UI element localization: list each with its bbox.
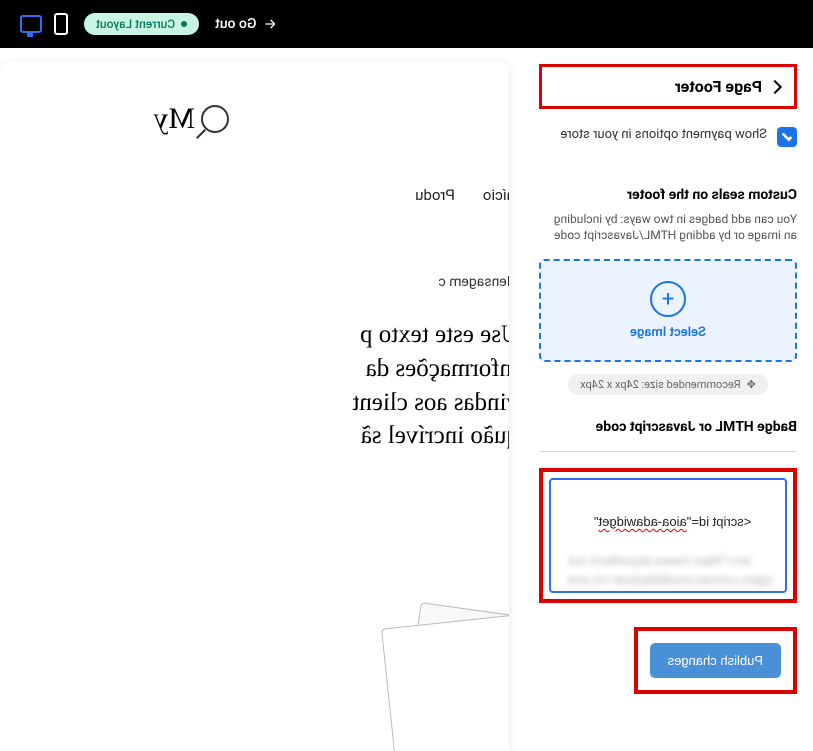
recommended-size-badge: ✥ Recommended size: 24px x 24px <box>568 374 768 395</box>
badge-code-title: Badge HTML or Javascript code <box>539 419 797 435</box>
store-title: My <box>153 102 195 136</box>
desktop-preview-icon[interactable] <box>20 15 42 33</box>
go-out-button[interactable]: Go out <box>215 16 278 32</box>
divider <box>539 451 797 452</box>
publish-button[interactable]: Publish changes <box>650 643 781 678</box>
chevron-left-icon <box>768 79 782 93</box>
message-label: Mensagem c <box>30 274 509 290</box>
plus-icon: + <box>650 281 686 317</box>
move-icon: ✥ <box>747 378 756 391</box>
select-image-label: Select Image <box>630 325 706 340</box>
arrow-left-icon <box>262 16 278 32</box>
select-image-button[interactable]: + Select Image <box>539 259 797 362</box>
hero-text: Use este texto p informações da vindas a… <box>30 318 509 453</box>
custom-seals-title: Custom seals on the footer <box>539 187 797 203</box>
custom-seals-desc: You can add badges in two ways: by inclu… <box>539 211 797 243</box>
nav-home[interactable]: Início <box>483 186 509 204</box>
show-payment-label: Show payment options in your store <box>560 127 767 144</box>
preview-card-stack <box>381 614 509 751</box>
publish-highlight-box: Publish changes <box>634 627 797 694</box>
nav-products[interactable]: Produ <box>415 186 455 204</box>
store-nav: Início Produ <box>30 186 509 204</box>
mobile-preview-icon[interactable] <box>54 13 68 35</box>
page-footer-title: Page Footer <box>675 77 762 96</box>
search-icon[interactable] <box>201 105 229 133</box>
code-highlight-box: <script id="aioa-adawidget" src="https:/… <box>539 468 797 603</box>
current-layout-badge: Current Layout <box>84 13 199 35</box>
page-footer-header[interactable]: Page Footer <box>539 64 797 109</box>
store-preview: My Início Produ Mensagem c Use este text… <box>0 62 509 751</box>
show-payment-checkbox[interactable] <box>777 127 797 147</box>
go-out-label: Go out <box>215 16 256 32</box>
badge-code-textarea[interactable]: <script id="aioa-adawidget" src="https:/… <box>549 478 787 593</box>
